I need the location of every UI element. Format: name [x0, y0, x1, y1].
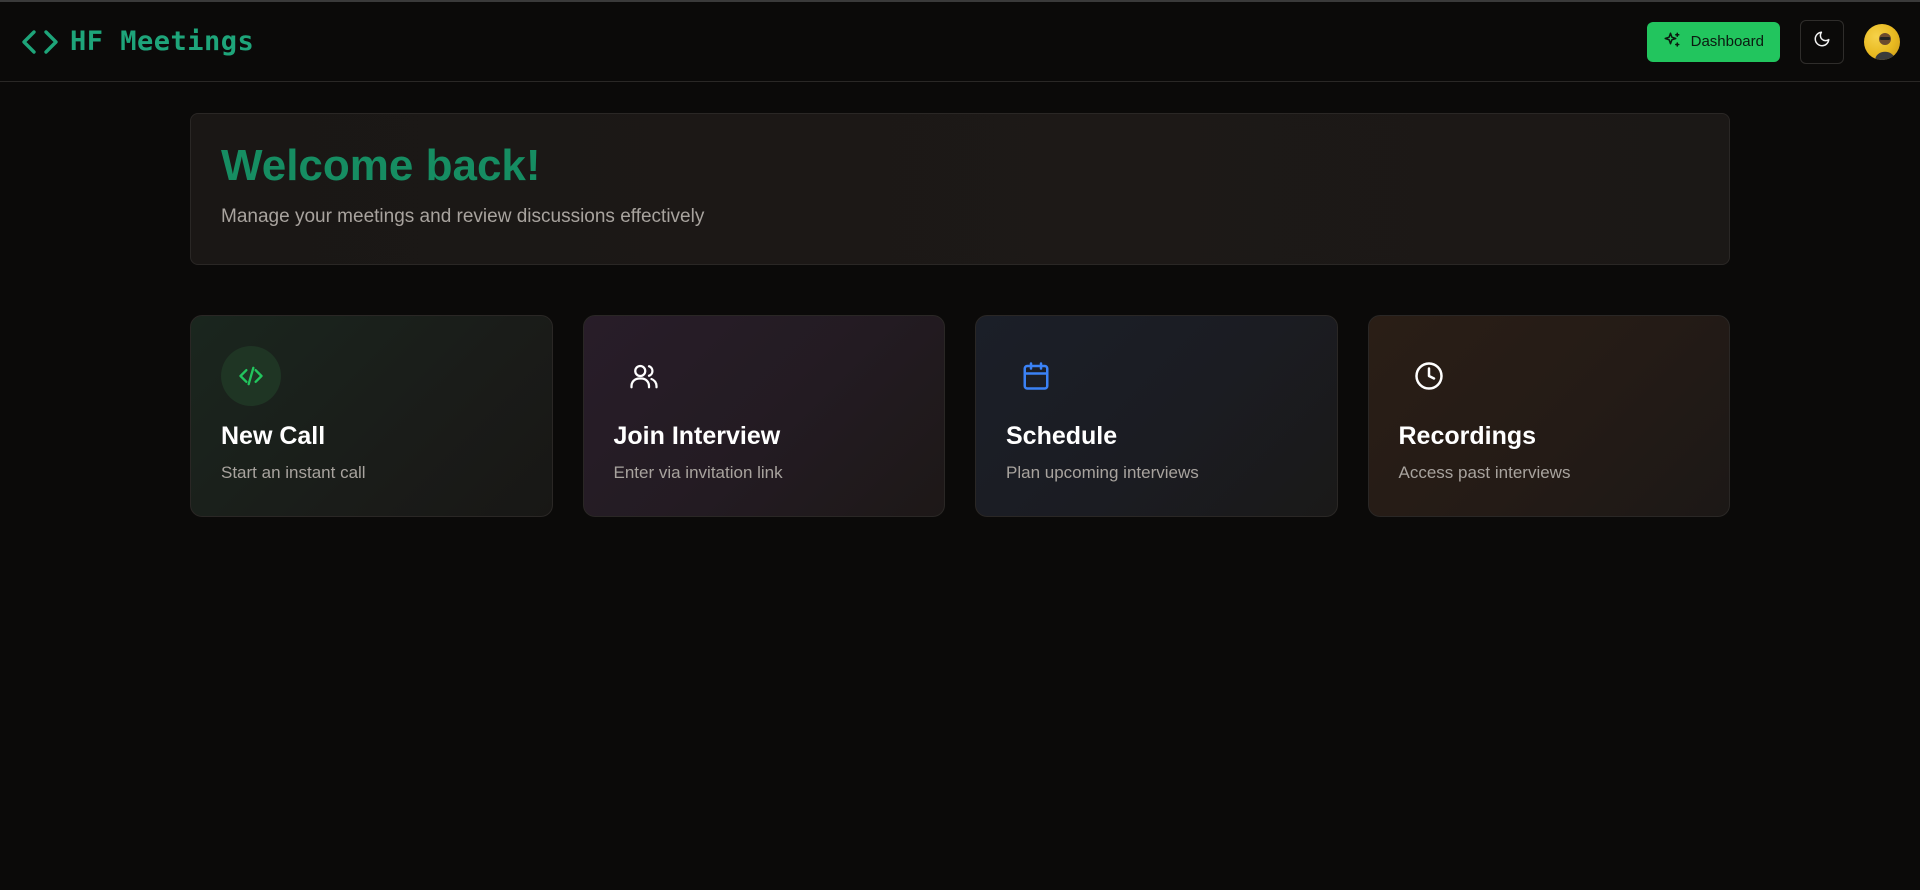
welcome-banner: Welcome back! Manage your meetings and r…: [190, 113, 1730, 265]
brand-link[interactable]: HF Meetings: [20, 22, 254, 62]
calendar-icon: [1006, 346, 1066, 406]
card-description: Enter via invitation link: [613, 463, 783, 482]
clock-icon: [1399, 346, 1459, 406]
code-icon: [221, 346, 281, 406]
brand-name: HF Meetings: [70, 26, 255, 57]
new-call-card[interactable]: New Call Start an instant call: [190, 315, 553, 517]
welcome-title: Welcome back!: [221, 141, 541, 190]
users-icon: [614, 346, 674, 406]
card-title: New Call: [221, 422, 326, 450]
card-title: Recordings: [1398, 422, 1537, 450]
dashboard-label: Dashboard: [1690, 33, 1764, 50]
dashboard-button[interactable]: Dashboard: [1646, 21, 1780, 62]
card-title: Schedule: [1006, 422, 1118, 450]
action-cards: New Call Start an instant call Join Inte…: [190, 315, 1730, 517]
theme-toggle-button[interactable]: [1800, 19, 1844, 64]
card-description: Start an instant call: [221, 463, 366, 482]
app-header: HF Meetings Dashboard: [0, 2, 1920, 82]
card-title: Join Interview: [613, 422, 781, 450]
join-interview-card[interactable]: Join Interview Enter via invitation link: [582, 315, 945, 517]
code-brackets-icon: [20, 22, 60, 62]
user-avatar[interactable]: [1864, 23, 1900, 60]
recordings-card[interactable]: Recordings Access past interviews: [1367, 315, 1730, 517]
welcome-subtitle: Manage your meetings and review discussi…: [221, 206, 705, 228]
card-description: Plan upcoming interviews: [1006, 463, 1199, 482]
moon-icon: [1813, 30, 1831, 53]
sparkles-icon: [1663, 31, 1681, 53]
card-description: Access past interviews: [1398, 463, 1571, 482]
avatar-image: [1875, 32, 1895, 60]
schedule-card[interactable]: Schedule Plan upcoming interviews: [975, 315, 1338, 517]
header-actions: Dashboard: [1646, 19, 1900, 64]
